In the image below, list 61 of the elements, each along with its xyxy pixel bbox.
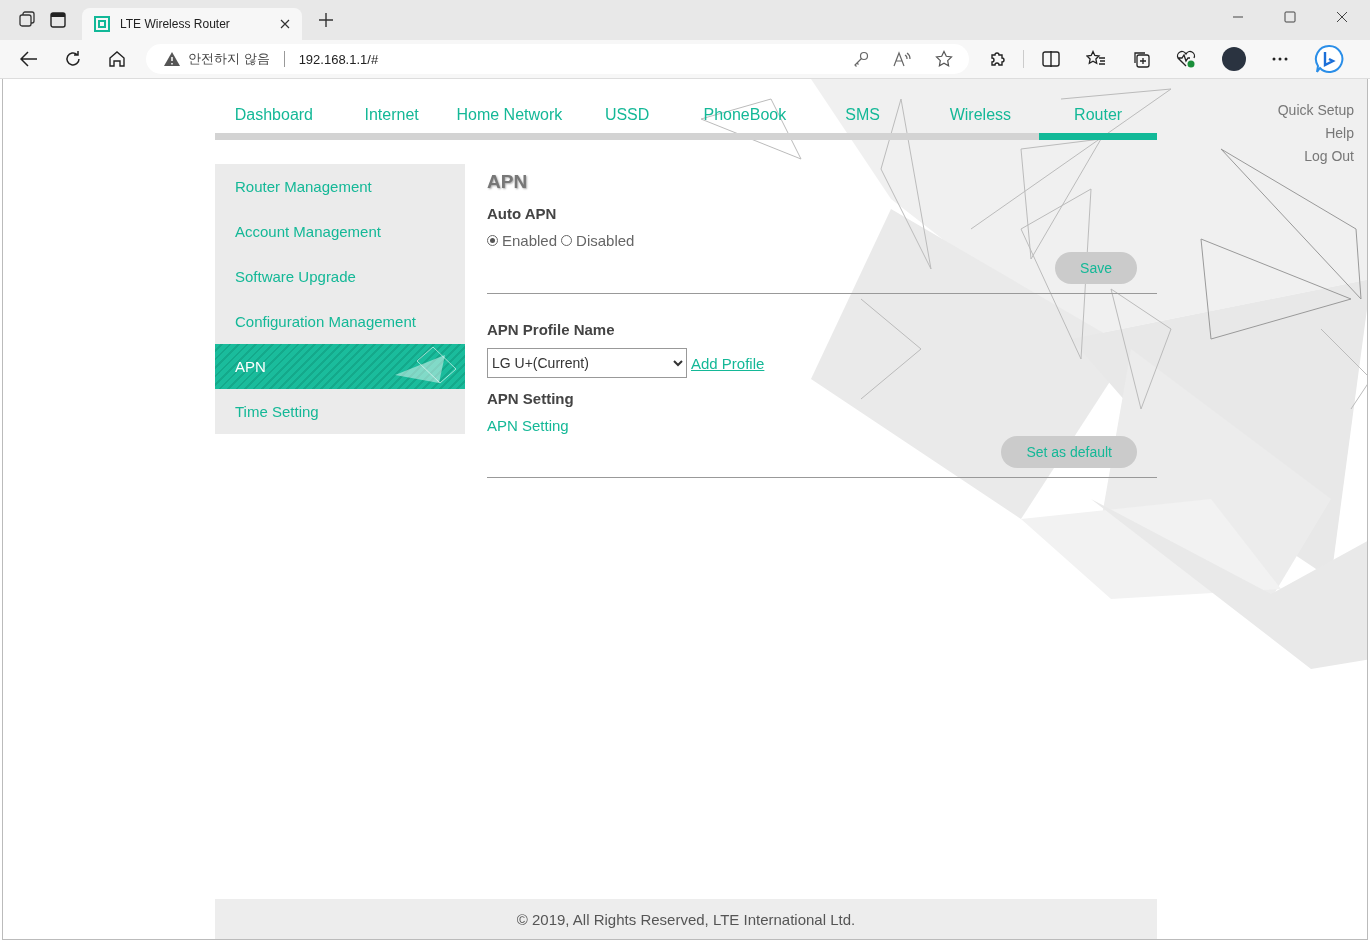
nav-tab[interactable]: Wireless (921, 105, 1040, 140)
radio-button[interactable] (561, 235, 573, 246)
collections-icon[interactable] (1132, 50, 1150, 68)
back-icon[interactable] (20, 51, 38, 67)
profile-avatar[interactable] (1222, 47, 1246, 71)
radio-option[interactable]: Enabled (487, 232, 558, 249)
radio-label: Disabled (576, 232, 635, 249)
field-label: APN Setting (487, 390, 575, 408)
field-label: APN Profile Name (487, 321, 616, 339)
footer-bar: © 2019, All Rights Reserved, LTE International Ltd. (215, 899, 1157, 939)
sidebar-item[interactable]: Account Management (215, 209, 465, 254)
read-aloud-icon[interactable] (893, 51, 912, 67)
star-icon[interactable] (935, 50, 954, 68)
key-icon[interactable] (853, 51, 870, 67)
radio-button[interactable] (487, 235, 498, 246)
set-default-button[interactable]: Set as default (1001, 436, 1137, 468)
apn-setting-link[interactable]: APN Setting (487, 417, 569, 434)
sidebar-item[interactable]: Router Management (215, 164, 465, 209)
nav-tab[interactable]: USSD (568, 105, 686, 140)
address-bar[interactable]: 안전하지 않음 192.168.1.1/# (146, 44, 970, 74)
vertical-tabs-icon[interactable] (50, 12, 66, 28)
nav-tab[interactable]: SMS (803, 105, 922, 140)
router-favicon-icon (94, 16, 110, 32)
chat-logo-icon[interactable] (1314, 44, 1344, 74)
save-button[interactable]: Save (1055, 252, 1137, 284)
heartbeat-icon[interactable] (1176, 50, 1196, 68)
new-tab-icon[interactable] (318, 12, 334, 28)
home-icon[interactable] (108, 50, 126, 68)
security-warning-text[interactable]: 안전하지 않음 (188, 50, 270, 68)
add-profile-link[interactable]: Add Profile (691, 354, 765, 372)
tab-title: LTE Wireless Router (120, 17, 230, 31)
more-icon[interactable] (1272, 57, 1288, 61)
radio-option[interactable]: Disabled (561, 232, 635, 249)
header-link[interactable]: Quick Setup (1277, 101, 1354, 120)
header-link[interactable]: Help (1325, 124, 1354, 143)
puzzle-icon[interactable] (989, 50, 1008, 68)
url-text[interactable]: 192.168.1.1/# (298, 51, 379, 67)
triangle-icon (395, 347, 457, 385)
sidebar-item[interactable]: APN (215, 344, 465, 389)
close-icon[interactable] (1336, 11, 1348, 23)
maximize-icon[interactable] (1284, 11, 1296, 23)
radio-label: Enabled (502, 232, 558, 249)
refresh-icon[interactable] (64, 50, 82, 68)
nav-tab[interactable]: Home Network (450, 105, 569, 140)
sidebar-item[interactable]: Software Upgrade (215, 254, 465, 299)
nav-tab[interactable]: Internet (332, 105, 451, 140)
sidebar-item[interactable]: Time Setting (215, 389, 465, 434)
profile-dropdown[interactable]: LG U+(Current) (487, 348, 687, 378)
section-title: APN (487, 171, 529, 193)
favorites-icon[interactable] (1086, 50, 1106, 68)
workspaces-icon[interactable] (18, 10, 36, 28)
browser-tab[interactable]: LTE Wireless Router (82, 8, 302, 40)
close-tab-icon[interactable] (280, 19, 290, 29)
sidebar-item[interactable]: Configuration Management (215, 299, 465, 344)
field-label: Auto APN (487, 205, 558, 223)
header-link[interactable]: Log Out (1304, 147, 1354, 166)
split-screen-icon[interactable] (1042, 51, 1060, 67)
nav-tab[interactable]: PhoneBook (686, 105, 804, 140)
nav-tab[interactable]: Router (1039, 105, 1157, 140)
warning-icon[interactable] (164, 52, 180, 66)
nav-tab[interactable]: Dashboard (215, 105, 333, 140)
